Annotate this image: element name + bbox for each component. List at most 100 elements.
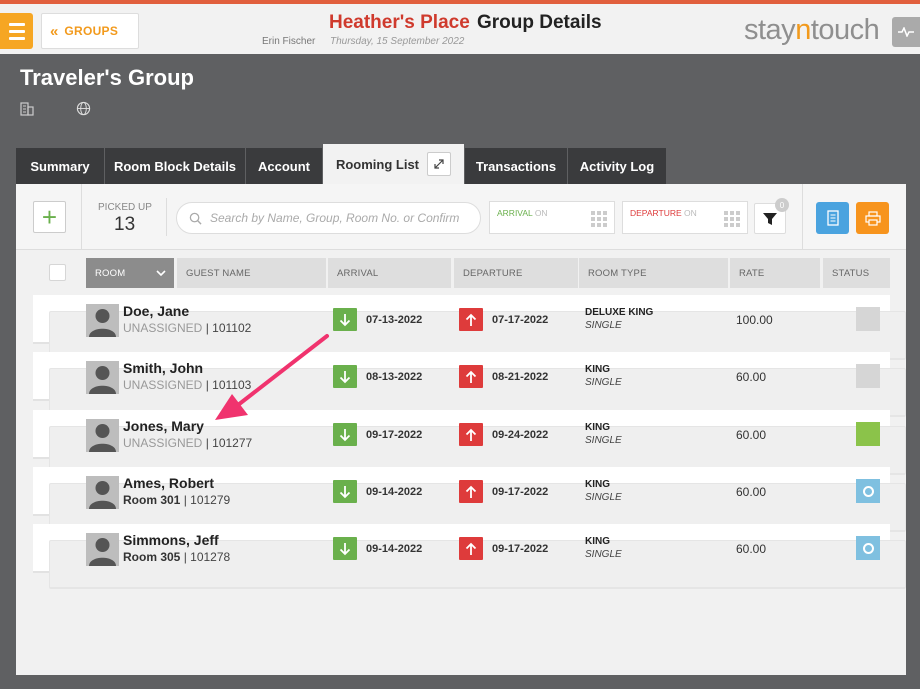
departure-arrow-icon <box>459 480 483 503</box>
add-reservation-button[interactable]: + <box>33 201 66 233</box>
table-row[interactable]: Jones, Mary UNASSIGNED | 101277 09-17-20… <box>33 410 906 475</box>
arrival-arrow-icon <box>333 308 357 331</box>
status-indicator[interactable] <box>856 422 880 446</box>
avatar <box>86 361 119 394</box>
search-input[interactable] <box>210 211 470 225</box>
arrival-arrow-icon <box>333 480 357 503</box>
business-date: Thursday, 15 September 2022 <box>330 36 465 47</box>
calendar-grid-icon <box>724 211 740 227</box>
document-icon <box>826 210 839 226</box>
tab-rooming-list[interactable]: Rooming List <box>323 144 464 184</box>
room-assignment: UNASSIGNED | 101102 <box>123 321 252 335</box>
arrival-date: 09-14-2022 <box>366 486 423 498</box>
avatar <box>86 476 119 509</box>
search-icon <box>189 212 202 225</box>
status-indicator[interactable] <box>856 536 880 560</box>
arrival-date-filter[interactable]: ARRIVAL ON <box>489 201 615 234</box>
chevron-down-icon <box>156 268 166 279</box>
brand-logo: stayntouch <box>744 14 880 46</box>
tab-account[interactable]: Account <box>246 148 322 184</box>
room-type: KING <box>585 422 610 433</box>
departure-arrow-icon <box>459 308 483 331</box>
avatar <box>86 304 119 337</box>
arrival-date: 09-14-2022 <box>366 543 423 555</box>
column-header-room[interactable]: ROOM <box>86 258 174 288</box>
hotel-name: Heather's Place <box>329 12 470 33</box>
arrival-date: 07-13-2022 <box>366 314 423 326</box>
departure-arrow-icon <box>459 537 483 560</box>
occupancy: SINGLE <box>585 435 622 446</box>
arrival-arrow-icon <box>333 537 357 560</box>
filter-count-badge: 0 <box>775 198 789 212</box>
departure-arrow-icon <box>459 423 483 446</box>
column-header-guest-name[interactable]: GUEST NAME <box>177 258 326 288</box>
expand-icon[interactable] <box>427 152 452 176</box>
page-title: Group Details <box>477 12 602 33</box>
picked-up-label: PICKED UP <box>98 202 152 213</box>
building-icon[interactable] <box>20 102 34 121</box>
guest-name[interactable]: Smith, John <box>123 360 203 376</box>
search-box[interactable] <box>176 202 481 234</box>
table-row[interactable]: Smith, John UNASSIGNED | 101103 08-13-20… <box>33 352 906 417</box>
occupancy: SINGLE <box>585 320 622 331</box>
column-header-departure[interactable]: DEPARTURE <box>454 258 578 288</box>
select-all-checkbox[interactable] <box>49 264 66 281</box>
occupancy: SINGLE <box>585 377 622 388</box>
room-type: DELUXE KING <box>585 307 654 318</box>
arrival-date: 09-17-2022 <box>366 429 423 441</box>
print-list-button[interactable] <box>816 202 849 234</box>
rate: 60.00 <box>736 542 767 556</box>
rate: 60.00 <box>736 485 767 499</box>
printer-icon <box>864 210 881 226</box>
occupancy: SINGLE <box>585 492 622 503</box>
arrival-date: 08-13-2022 <box>366 371 423 383</box>
hamburger-menu-icon[interactable] <box>0 13 33 49</box>
avatar <box>86 419 119 452</box>
back-to-groups-button[interactable]: « GROUPS <box>41 13 139 49</box>
column-header-rate[interactable]: RATE <box>730 258 820 288</box>
departure-arrow-icon <box>459 365 483 388</box>
activity-pulse-icon[interactable] <box>892 17 920 47</box>
column-header-arrival[interactable]: ARRIVAL <box>328 258 451 288</box>
guest-name[interactable]: Doe, Jane <box>123 303 189 319</box>
app-header: « GROUPS Heather's Place Group Details E… <box>0 4 920 54</box>
rate: 60.00 <box>736 370 767 384</box>
rooming-toolbar: + PICKED UP 13 ARRIVAL ON DEPARTURE ON 0 <box>16 184 906 250</box>
status-indicator[interactable] <box>856 307 880 331</box>
user-name: Erin Fischer <box>262 36 316 47</box>
calendar-grid-icon <box>591 211 607 227</box>
departure-date: 08-21-2022 <box>492 371 549 383</box>
table-row[interactable]: Ames, Robert Room 301 | 101279 09-14-202… <box>33 467 906 532</box>
departure-date: 07-17-2022 <box>492 314 549 326</box>
guest-name[interactable]: Jones, Mary <box>123 418 204 434</box>
groups-button-label: GROUPS <box>64 24 119 38</box>
arrival-arrow-icon <box>333 365 357 388</box>
tab-transactions[interactable]: Transactions <box>465 148 567 184</box>
room-type: KING <box>585 479 610 490</box>
room-assignment: UNASSIGNED | 101277 <box>123 436 253 450</box>
group-title: Traveler's Group <box>20 65 194 90</box>
status-indicator[interactable] <box>856 364 880 388</box>
table-row[interactable]: Doe, Jane UNASSIGNED | 101102 07-13-2022… <box>33 295 906 360</box>
guest-name[interactable]: Simmons, Jeff <box>123 532 219 548</box>
departure-date: 09-17-2022 <box>492 543 549 555</box>
room-assignment: Room 301 | 101279 <box>123 493 231 507</box>
room-type: KING <box>585 364 610 375</box>
column-header-status[interactable]: STATUS <box>823 258 890 288</box>
globe-icon[interactable] <box>76 101 91 121</box>
table-row[interactable]: Simmons, Jeff Room 305 | 101278 09-14-20… <box>33 524 906 589</box>
status-indicator[interactable] <box>856 479 880 503</box>
tab-activity-log[interactable]: Activity Log <box>568 148 666 184</box>
tab-room-block-details[interactable]: Room Block Details <box>105 148 245 184</box>
printer-button[interactable] <box>856 202 889 234</box>
tab-summary[interactable]: Summary <box>16 148 104 184</box>
departure-date-filter[interactable]: DEPARTURE ON <box>622 201 748 234</box>
double-chevron-left-icon: « <box>50 22 59 40</box>
room-assignment: Room 305 | 101278 <box>123 550 231 564</box>
column-header-room-type[interactable]: ROOM TYPE <box>579 258 728 288</box>
rate: 100.00 <box>736 313 773 327</box>
rooming-list-panel: + PICKED UP 13 ARRIVAL ON DEPARTURE ON 0 <box>16 184 906 675</box>
guest-name[interactable]: Ames, Robert <box>123 475 214 491</box>
departure-date: 09-24-2022 <box>492 429 549 441</box>
avatar <box>86 533 119 566</box>
